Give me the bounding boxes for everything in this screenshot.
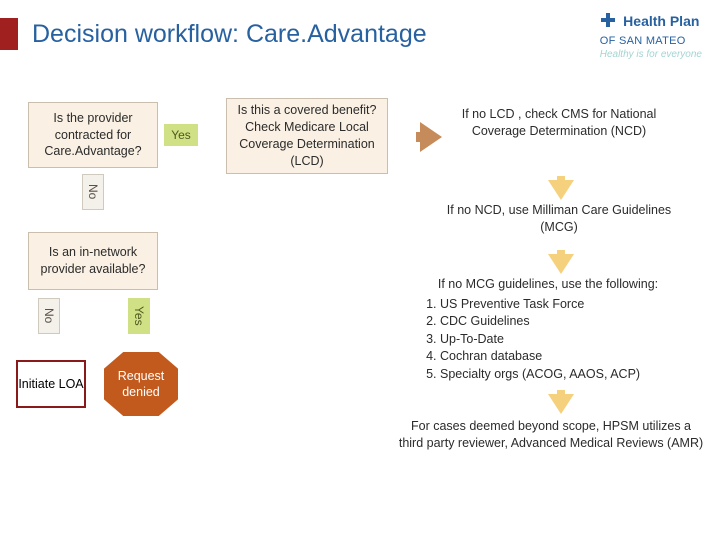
node-initiate-loa: Initiate LOA	[16, 360, 86, 408]
list-item: Up-To-Date	[440, 331, 704, 349]
page-title: Decision workflow: Care.Advantage	[32, 20, 427, 49]
logo-line2: OF SAN MATEO	[600, 35, 686, 47]
edge-yes-label-2: Yes	[128, 298, 150, 334]
brand-logo: Health Plan OF SAN MATEO Healthy is for …	[600, 12, 702, 60]
edge-yes-label-1: Yes	[164, 124, 198, 146]
node-check-cms-ncd: If no LCD , check CMS for National Cover…	[454, 106, 664, 140]
arrow-down-icon-1	[548, 180, 574, 200]
node-covered-benefit-lcd: Is this a covered benefit? Check Medicar…	[226, 98, 388, 174]
logo-icon	[600, 12, 616, 32]
node-mcg-fallback-list: If no MCG guidelines, use the following:…	[392, 276, 704, 383]
edge-no-label-1: No	[82, 174, 104, 210]
mcg-fallback-header: If no MCG guidelines, use the following:	[392, 276, 704, 294]
flowchart-canvas: Is the provider contracted for Care.Adva…	[0, 60, 720, 540]
accent-block	[0, 18, 18, 50]
arrow-right-icon	[420, 122, 442, 152]
mcg-fallback-items: US Preventive Task Force CDC Guidelines …	[440, 296, 704, 384]
list-item: CDC Guidelines	[440, 313, 704, 331]
arrow-down-icon-2	[548, 254, 574, 274]
edge-no-label-2: No	[38, 298, 60, 334]
list-item: US Preventive Task Force	[440, 296, 704, 314]
node-in-network-provider: Is an in-network provider available?	[28, 232, 158, 290]
logo-tagline: Healthy is for everyone	[600, 50, 702, 60]
node-provider-contracted: Is the provider contracted for Care.Adva…	[28, 102, 158, 168]
arrow-down-icon-3	[548, 394, 574, 414]
node-milliman-mcg: If no NCD, use Milliman Care Guidelines …	[434, 202, 684, 236]
node-request-denied: Request denied	[104, 352, 178, 416]
list-item: Cochran database	[440, 348, 704, 366]
node-third-party-amr: For cases deemed beyond scope, HPSM util…	[398, 418, 704, 452]
list-item: Specialty orgs (ACOG, AAOS, ACP)	[440, 366, 704, 384]
logo-line1: Health Plan	[623, 13, 699, 29]
